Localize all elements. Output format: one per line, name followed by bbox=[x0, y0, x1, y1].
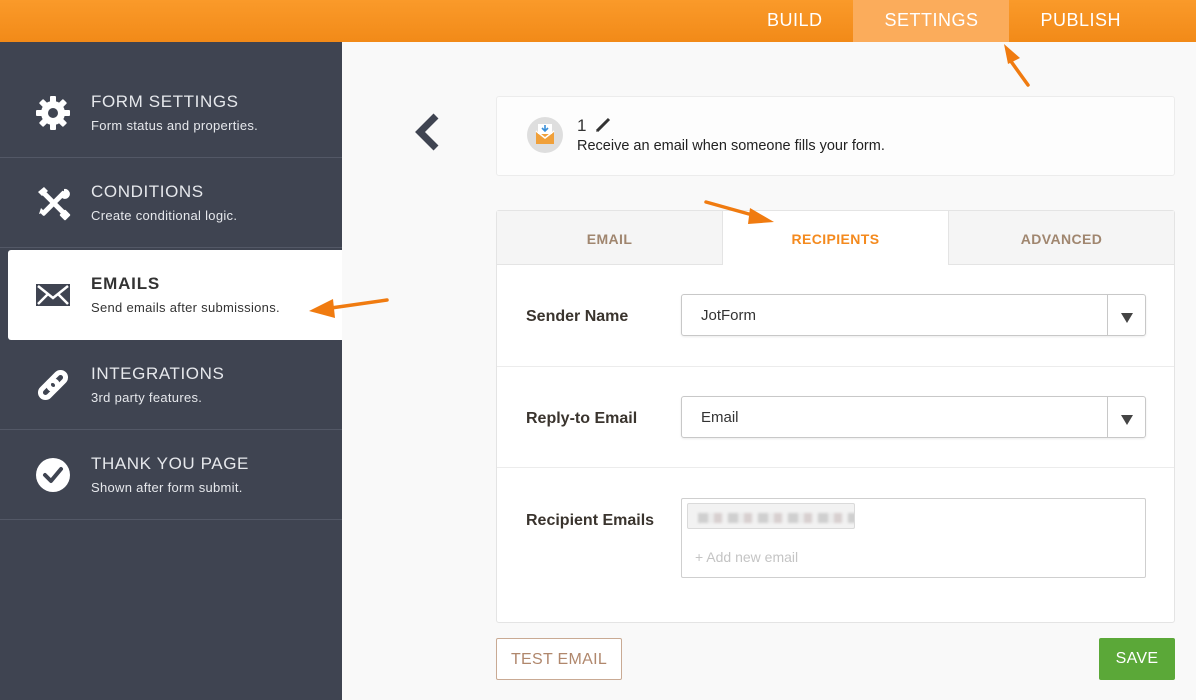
sidebar-item-subtitle: 3rd party features. bbox=[91, 390, 203, 405]
sender-name-label: Sender Name bbox=[526, 308, 629, 325]
top-bar: BUILD SETTINGS PUBLISH bbox=[0, 0, 1196, 42]
envelope-icon bbox=[34, 276, 72, 314]
reply-to-row: Reply-to Email Email bbox=[497, 367, 1174, 468]
recipient-email-chip[interactable] bbox=[687, 503, 855, 529]
dropdown-arrow-icon bbox=[1121, 412, 1133, 425]
sidebar-item-title: FORM SETTINGS bbox=[91, 92, 239, 111]
email-description: Receive an email when someone fills your… bbox=[577, 138, 885, 154]
sidebar-item-thank-you-page[interactable]: THANK YOU PAGE Shown after form submit. bbox=[0, 430, 342, 520]
back-chevron-icon[interactable] bbox=[410, 112, 444, 152]
tab-settings[interactable]: SETTINGS bbox=[853, 0, 1010, 42]
sidebar-item-subtitle: Send emails after submissions. bbox=[91, 300, 280, 315]
email-header-card: 1 Receive an email when someone fills yo… bbox=[496, 96, 1175, 176]
sidebar-item-subtitle: Form status and properties. bbox=[91, 118, 259, 133]
sidebar-item-conditions[interactable]: CONDITIONS Create conditional logic. bbox=[0, 158, 342, 248]
reply-to-label: Reply-to Email bbox=[526, 410, 638, 427]
sidebar-item-title: CONDITIONS bbox=[91, 182, 204, 201]
sidebar-item-form-settings[interactable]: FORM SETTINGS Form status and properties… bbox=[0, 68, 342, 158]
reply-to-select[interactable]: Email bbox=[681, 396, 1146, 438]
pencil-icon[interactable] bbox=[594, 114, 614, 134]
check-circle-icon bbox=[34, 456, 72, 494]
dropdown-arrow-icon bbox=[1121, 310, 1133, 323]
tab-publish[interactable]: PUBLISH bbox=[1009, 0, 1152, 42]
recipient-emails-box[interactable]: + Add new email bbox=[681, 498, 1146, 578]
sidebar-item-title: EMAILS bbox=[91, 274, 161, 293]
top-nav: BUILD SETTINGS PUBLISH bbox=[736, 0, 1152, 42]
sidebar-item-integrations[interactable]: INTEGRATIONS 3rd party features. bbox=[0, 340, 342, 430]
sender-name-value: JotForm bbox=[701, 307, 757, 324]
sender-name-select[interactable]: JotForm bbox=[681, 294, 1146, 336]
email-number: 1 bbox=[577, 116, 587, 135]
gear-icon bbox=[34, 94, 72, 132]
sidebar-item-emails[interactable]: EMAILS Send emails after submissions. bbox=[8, 250, 342, 340]
email-settings-panel: EMAIL RECIPIENTS ADVANCED Sender Name Jo… bbox=[496, 210, 1175, 623]
annotation-arrow-icon bbox=[1004, 44, 1030, 87]
sidebar-item-subtitle: Shown after form submit. bbox=[91, 480, 243, 495]
sender-name-row: Sender Name JotForm bbox=[497, 265, 1174, 367]
settings-sidebar: FORM SETTINGS Form status and properties… bbox=[0, 42, 342, 700]
tab-advanced[interactable]: ADVANCED bbox=[949, 211, 1174, 265]
reply-to-value: Email bbox=[701, 409, 739, 426]
tab-email[interactable]: EMAIL bbox=[497, 211, 723, 265]
recipient-emails-label: Recipient Emails bbox=[526, 512, 655, 529]
recipient-emails-row: Recipient Emails + Add new email bbox=[497, 468, 1174, 598]
sidebar-item-title: INTEGRATIONS bbox=[91, 364, 225, 383]
email-inbox-icon bbox=[527, 117, 563, 153]
select-divider bbox=[1107, 295, 1108, 335]
test-email-button[interactable]: TEST EMAIL bbox=[496, 638, 622, 680]
link-icon bbox=[34, 366, 72, 404]
annotation-arrow-icon bbox=[704, 200, 774, 224]
select-divider bbox=[1107, 397, 1108, 437]
annotation-arrow-icon bbox=[309, 298, 389, 318]
redacted-email bbox=[698, 513, 854, 523]
tools-icon bbox=[34, 184, 72, 222]
tab-build[interactable]: BUILD bbox=[736, 0, 854, 42]
email-tabs: EMAIL RECIPIENTS ADVANCED bbox=[497, 211, 1174, 265]
sidebar-item-title: THANK YOU PAGE bbox=[91, 454, 249, 473]
sidebar-item-subtitle: Create conditional logic. bbox=[91, 208, 238, 223]
add-new-email-input[interactable]: + Add new email bbox=[695, 549, 798, 565]
save-button[interactable]: SAVE bbox=[1099, 638, 1175, 680]
